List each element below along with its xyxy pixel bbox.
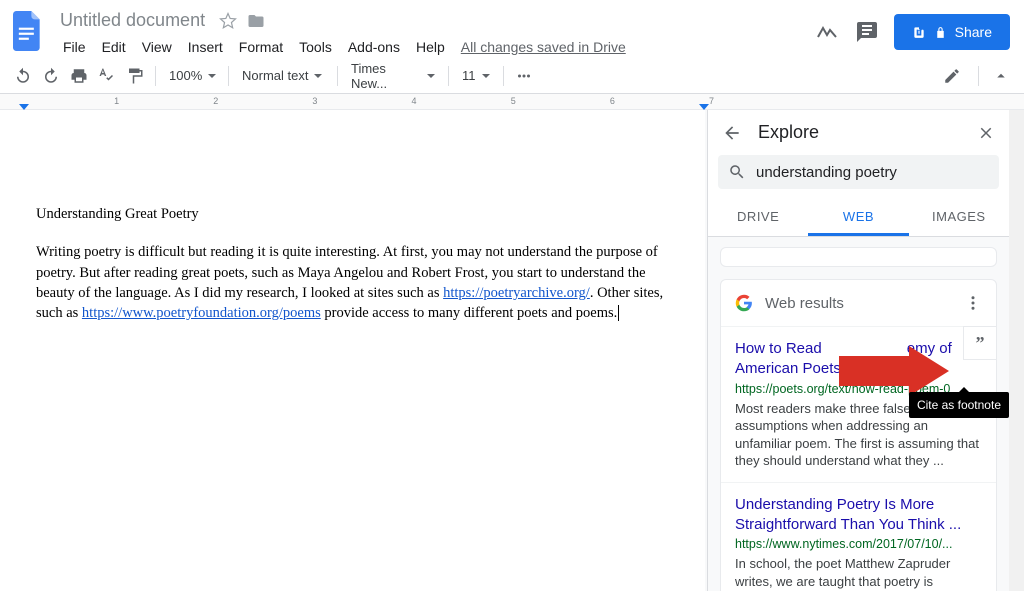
doc-link-1[interactable]: https://poetryarchive.org/: [443, 285, 590, 301]
explore-search[interactable]: [718, 155, 999, 189]
editing-mode-button[interactable]: [939, 63, 969, 89]
share-button[interactable]: Share: [894, 14, 1010, 50]
result-2-snippet: In school, the poet Matthew Zapruder wri…: [735, 555, 982, 591]
folder-move-icon[interactable]: [247, 12, 265, 30]
menu-tools[interactable]: Tools: [292, 35, 339, 59]
web-results-card: Web results ” How to Read████████emy of …: [720, 279, 997, 591]
document-page[interactable]: Understanding Great Poetry Writing poetr…: [0, 110, 705, 591]
cite-footnote-button[interactable]: ”: [963, 326, 997, 360]
result-2-title[interactable]: Understanding Poetry Is More Straightfor…: [735, 495, 982, 536]
font-size-combo[interactable]: 11: [456, 63, 496, 89]
web-results-label: Web results: [765, 295, 952, 312]
explore-search-input[interactable]: [756, 164, 989, 181]
prev-card-peek: [720, 247, 997, 267]
vertical-scrollbar[interactable]: [1009, 110, 1024, 591]
document-scroll[interactable]: Understanding Great Poetry Writing poetr…: [0, 110, 707, 591]
doc-link-2[interactable]: https://www.poetryfoundation.org/poems: [82, 305, 321, 321]
save-status[interactable]: All changes saved in Drive: [454, 35, 633, 59]
cite-tooltip: Cite as footnote: [909, 392, 1009, 418]
menu-addons[interactable]: Add-ons: [341, 35, 407, 59]
toolbar: 100% Normal text Times New... 11: [0, 58, 1024, 94]
google-logo-icon: [735, 294, 753, 312]
doc-paragraph: Writing poetry is difficult but reading …: [36, 242, 669, 323]
menu-format[interactable]: Format: [232, 35, 290, 59]
paragraph-style-combo[interactable]: Normal text: [236, 63, 330, 89]
star-icon[interactable]: [219, 12, 237, 30]
activity-icon[interactable]: [814, 19, 840, 45]
share-label: Share: [955, 24, 992, 40]
result-2-url: https://www.nytimes.com/2017/07/10/...: [735, 537, 982, 551]
annotation-arrow: [839, 346, 949, 396]
explore-pane: Explore DRIVE WEB IMAGES Web results ”: [707, 110, 1009, 591]
redo-button[interactable]: [38, 63, 64, 89]
menu-help[interactable]: Help: [409, 35, 452, 59]
menu-insert[interactable]: Insert: [181, 35, 230, 59]
search-icon: [728, 163, 746, 181]
doc-heading: Understanding Great Poetry: [36, 204, 669, 224]
text-cursor: [618, 305, 619, 321]
spellcheck-button[interactable]: [94, 63, 120, 89]
more-options-icon[interactable]: [964, 294, 982, 312]
zoom-combo[interactable]: 100%: [163, 63, 221, 89]
explore-title: Explore: [758, 122, 961, 143]
more-toolbar-button[interactable]: [511, 63, 537, 89]
paint-format-button[interactable]: [122, 63, 148, 89]
menu-file[interactable]: File: [56, 35, 93, 59]
tab-web[interactable]: WEB: [808, 197, 908, 236]
docs-logo[interactable]: [10, 8, 46, 54]
menu-edit[interactable]: Edit: [95, 35, 133, 59]
font-combo[interactable]: Times New...: [345, 63, 441, 89]
close-icon[interactable]: [977, 124, 995, 142]
print-button[interactable]: [66, 63, 92, 89]
tab-images[interactable]: IMAGES: [909, 197, 1009, 236]
tab-drive[interactable]: DRIVE: [708, 197, 808, 236]
menubar: File Edit View Insert Format Tools Add-o…: [56, 35, 814, 59]
title-column: Untitled document File Edit View Insert …: [56, 8, 814, 59]
back-arrow-icon[interactable]: [722, 123, 742, 143]
app-header: Untitled document File Edit View Insert …: [0, 0, 1024, 58]
comments-icon[interactable]: [854, 19, 880, 45]
undo-button[interactable]: [10, 63, 36, 89]
doc-title[interactable]: Untitled document: [56, 8, 209, 33]
hide-menus-button[interactable]: [988, 63, 1014, 89]
menu-view[interactable]: View: [135, 35, 179, 59]
search-result-2: Understanding Poetry Is More Straightfor…: [721, 482, 996, 591]
ruler[interactable]: 1 2 3 4 5 6 7: [0, 94, 1024, 110]
